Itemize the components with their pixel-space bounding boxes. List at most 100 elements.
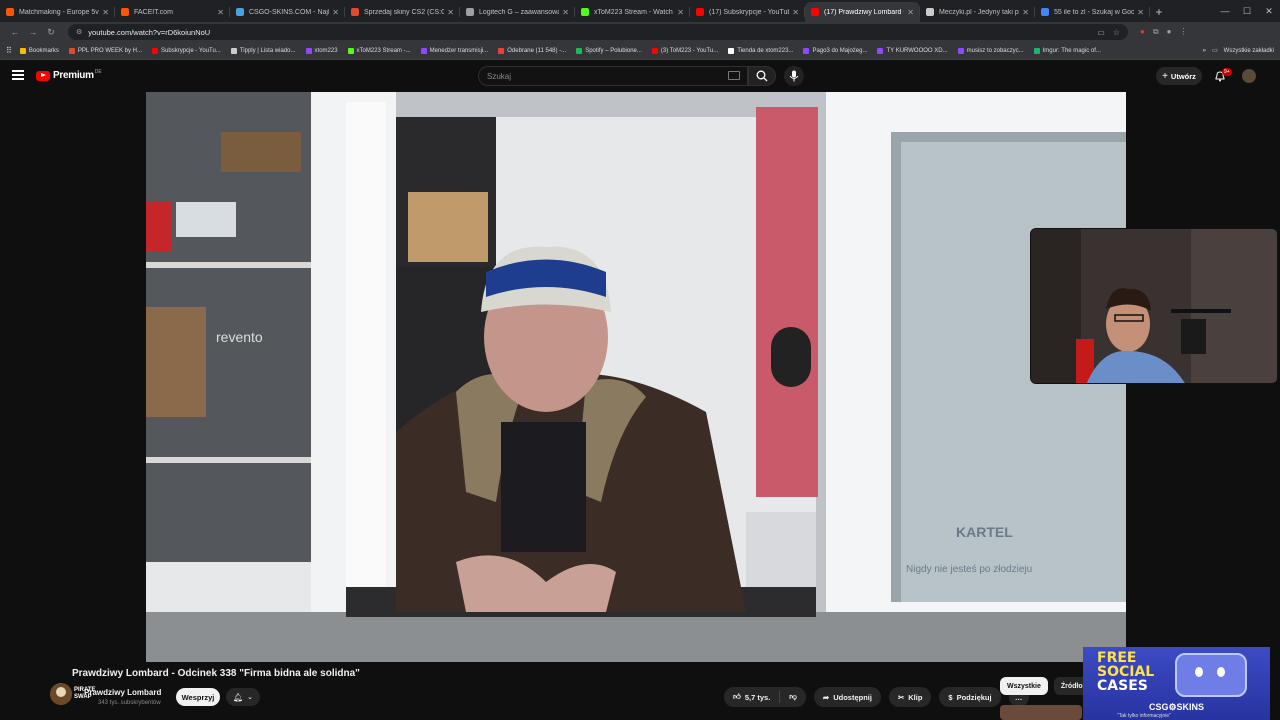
tab-close-icon[interactable]: ✕ [792, 8, 799, 17]
bookmark-favicon-icon [877, 47, 884, 54]
youtube-logo[interactable]: Premium DE [36, 69, 102, 81]
back-icon[interactable]: ← [6, 27, 24, 37]
related-video-thumbnail[interactable] [1000, 705, 1082, 720]
bookmark-favicon-icon [347, 47, 354, 54]
cast-icon[interactable]: ▭ [1097, 28, 1105, 37]
browser-tab[interactable]: Logitech G – zaawansowany✕ [460, 2, 575, 22]
create-button[interactable]: + Utwórz [1156, 67, 1202, 85]
bookmark-item[interactable]: Tipply | Lista wiado... [230, 47, 296, 54]
site-info-icon[interactable]: ⚙ [76, 28, 82, 36]
bookmark-favicon-icon [152, 47, 159, 54]
channel-name[interactable]: Prawdziwy Lombard [84, 688, 161, 697]
bookmark-item[interactable]: TY KURWOOOO XD... [877, 47, 948, 54]
browser-tab[interactable]: Matchmaking - Europe 5v5 C✕ [0, 2, 115, 22]
search-button[interactable] [748, 66, 776, 86]
bookmark-favicon-icon [957, 47, 964, 54]
search-input[interactable]: Szukaj [478, 66, 748, 86]
bookmark-favicon-icon [576, 47, 583, 54]
thumbs-up-icon: 👍︎ [733, 692, 741, 701]
account-avatar[interactable] [1242, 69, 1256, 83]
reload-icon[interactable]: ↻ [42, 27, 60, 38]
tab-close-icon[interactable]: ✕ [907, 8, 914, 17]
youtube-play-icon [36, 70, 50, 81]
tab-close-icon[interactable]: ✕ [1022, 8, 1029, 17]
keyboard-icon[interactable] [728, 71, 740, 80]
tab-close-icon[interactable]: ✕ [677, 8, 684, 17]
bookmark-item[interactable]: Odebrane (11 548) -... [498, 47, 566, 54]
new-tab-button[interactable]: + [1150, 2, 1168, 22]
browser-tab[interactable]: Sprzedaj skiny CS2 (CS:GO) |✕ [345, 2, 460, 22]
bookmark-item[interactable]: xtom223 [305, 47, 338, 54]
tab-label: CSGO-SKINS.COM - Najlepsz [249, 8, 330, 16]
tab-favicon-icon [236, 8, 244, 16]
discord-bot-icon [1175, 653, 1247, 697]
maximize-button[interactable]: ☐ [1236, 6, 1258, 17]
bookmark-item[interactable]: Pago3 do Majożeg... [803, 47, 867, 54]
browser-tab[interactable]: 55 ile to zl - Szukaj w Google✕ [1035, 2, 1150, 22]
like-count: 5,7 tys. [744, 692, 771, 702]
browser-tab[interactable]: FACEIT.com ✕ [115, 2, 230, 22]
address-bar[interactable]: ⚙ youtube.com/watch?v=rD6koiunNoU ▭ ☆ [68, 24, 1128, 40]
bookmark-item[interactable]: musisz to zobaczyc... [957, 47, 1024, 54]
bookmark-item[interactable]: Spotify – Polubione... [576, 47, 642, 54]
sponsored-ad-overlay[interactable]: FREE SOCIAL CASES CSG⚙SKINS "Tak tylko i… [1083, 647, 1270, 720]
plus-icon: + [1162, 70, 1168, 82]
thanks-button[interactable]: $ Podziękuj [939, 687, 1001, 707]
subscription-bell-button[interactable]: 🔔︎ ⌄ [226, 688, 260, 706]
bookmark-item[interactable]: xToM223 Stream -... [347, 47, 411, 54]
voice-search-button[interactable] [784, 66, 804, 86]
forward-icon[interactable]: → [24, 27, 42, 37]
browser-menu-icon[interactable]: ⋮ [1179, 27, 1187, 37]
tab-close-icon[interactable]: ✕ [332, 8, 339, 17]
bookmark-item[interactable]: Tienda de xtom223... [728, 47, 793, 54]
share-icon: ➦ [822, 692, 830, 702]
tab-favicon-icon [1041, 8, 1049, 16]
bookmark-label: xtom223 [314, 47, 338, 54]
extensions-icon[interactable]: ⧉ [1153, 27, 1159, 37]
video-player[interactable]: revento KARTEL Nigdy nie jesteś po złodz… [146, 92, 1126, 662]
bookmark-star-icon[interactable]: ☆ [1113, 28, 1120, 37]
tab-close-icon[interactable]: ✕ [1137, 8, 1144, 17]
bookmark-label: TY KURWOOOO XD... [886, 47, 948, 54]
support-button[interactable]: Wesprzyj [176, 688, 220, 706]
minimize-button[interactable]: — [1214, 6, 1236, 16]
dislike-button[interactable]: 👎︎ [780, 687, 806, 707]
subscriber-count: 343 tys. subskrybentów [98, 700, 161, 706]
close-window-button[interactable]: ✕ [1258, 6, 1280, 17]
tab-close-icon[interactable]: ✕ [562, 8, 569, 17]
apps-icon[interactable]: ⠿ [6, 46, 12, 55]
clip-button[interactable]: ✂ Klip [888, 687, 932, 707]
opera-icon[interactable]: ● [1140, 27, 1145, 37]
browser-tab[interactable]: CSGO-SKINS.COM - Najlepsz✕ [230, 2, 345, 22]
tab-close-icon[interactable]: ✕ [447, 8, 454, 17]
chip-all[interactable]: Wszystkie [1000, 677, 1048, 695]
bookmark-label: Imgur: The magic of... [1042, 47, 1101, 54]
window-controls: — ☐ ✕ [1214, 0, 1280, 22]
browser-tab[interactable]: Meczyki.pl - Jedyny taki porta✕ [920, 2, 1035, 22]
share-button[interactable]: ➦ Udostępnij [813, 687, 881, 707]
tab-favicon-icon [926, 8, 934, 16]
bookmark-item[interactable]: Imgur: The magic of... [1033, 47, 1101, 54]
bookmark-item[interactable]: Subskrypcje - YouTu... [152, 47, 221, 54]
browser-tab[interactable]: (17) Subskrypcje - YouTube ✕ [690, 2, 805, 22]
profile-icon[interactable]: ● [1167, 27, 1172, 37]
bookmark-item[interactable]: Menedżer transmisji... [420, 47, 488, 54]
bookmark-favicon-icon [1033, 47, 1040, 54]
tab-close-icon[interactable]: ✕ [217, 8, 224, 17]
channel-avatar[interactable] [50, 683, 72, 705]
streamer-webcam-overlay [1030, 228, 1278, 384]
webcam-frame [1031, 229, 1277, 383]
tab-close-icon[interactable]: ✕ [102, 8, 109, 17]
bookmark-item[interactable]: PPL PRO WEEK by H... [68, 47, 142, 54]
bookmark-favicon-icon [498, 47, 505, 54]
address-url[interactable]: youtube.com/watch?v=rD6koiunNoU [88, 28, 1089, 37]
all-bookmarks[interactable]: » ▭ Wszystkie zakładki [1203, 47, 1274, 55]
browser-tab[interactable]: xToM223 Stream - Watch Liv✕ [575, 2, 690, 22]
bookmark-item[interactable]: Bookmarks [19, 47, 59, 54]
menu-icon[interactable] [12, 70, 24, 80]
bookmark-label: Bookmarks [28, 47, 59, 54]
bookmark-item[interactable]: (3) ToM223 - YouTu... [651, 47, 718, 54]
like-button[interactable]: 👍︎ 5,7 tys. [724, 687, 780, 707]
browser-tab[interactable]: (17) Prawdziwy Lombard - O ✕ [805, 2, 920, 22]
search-icon [756, 70, 768, 82]
